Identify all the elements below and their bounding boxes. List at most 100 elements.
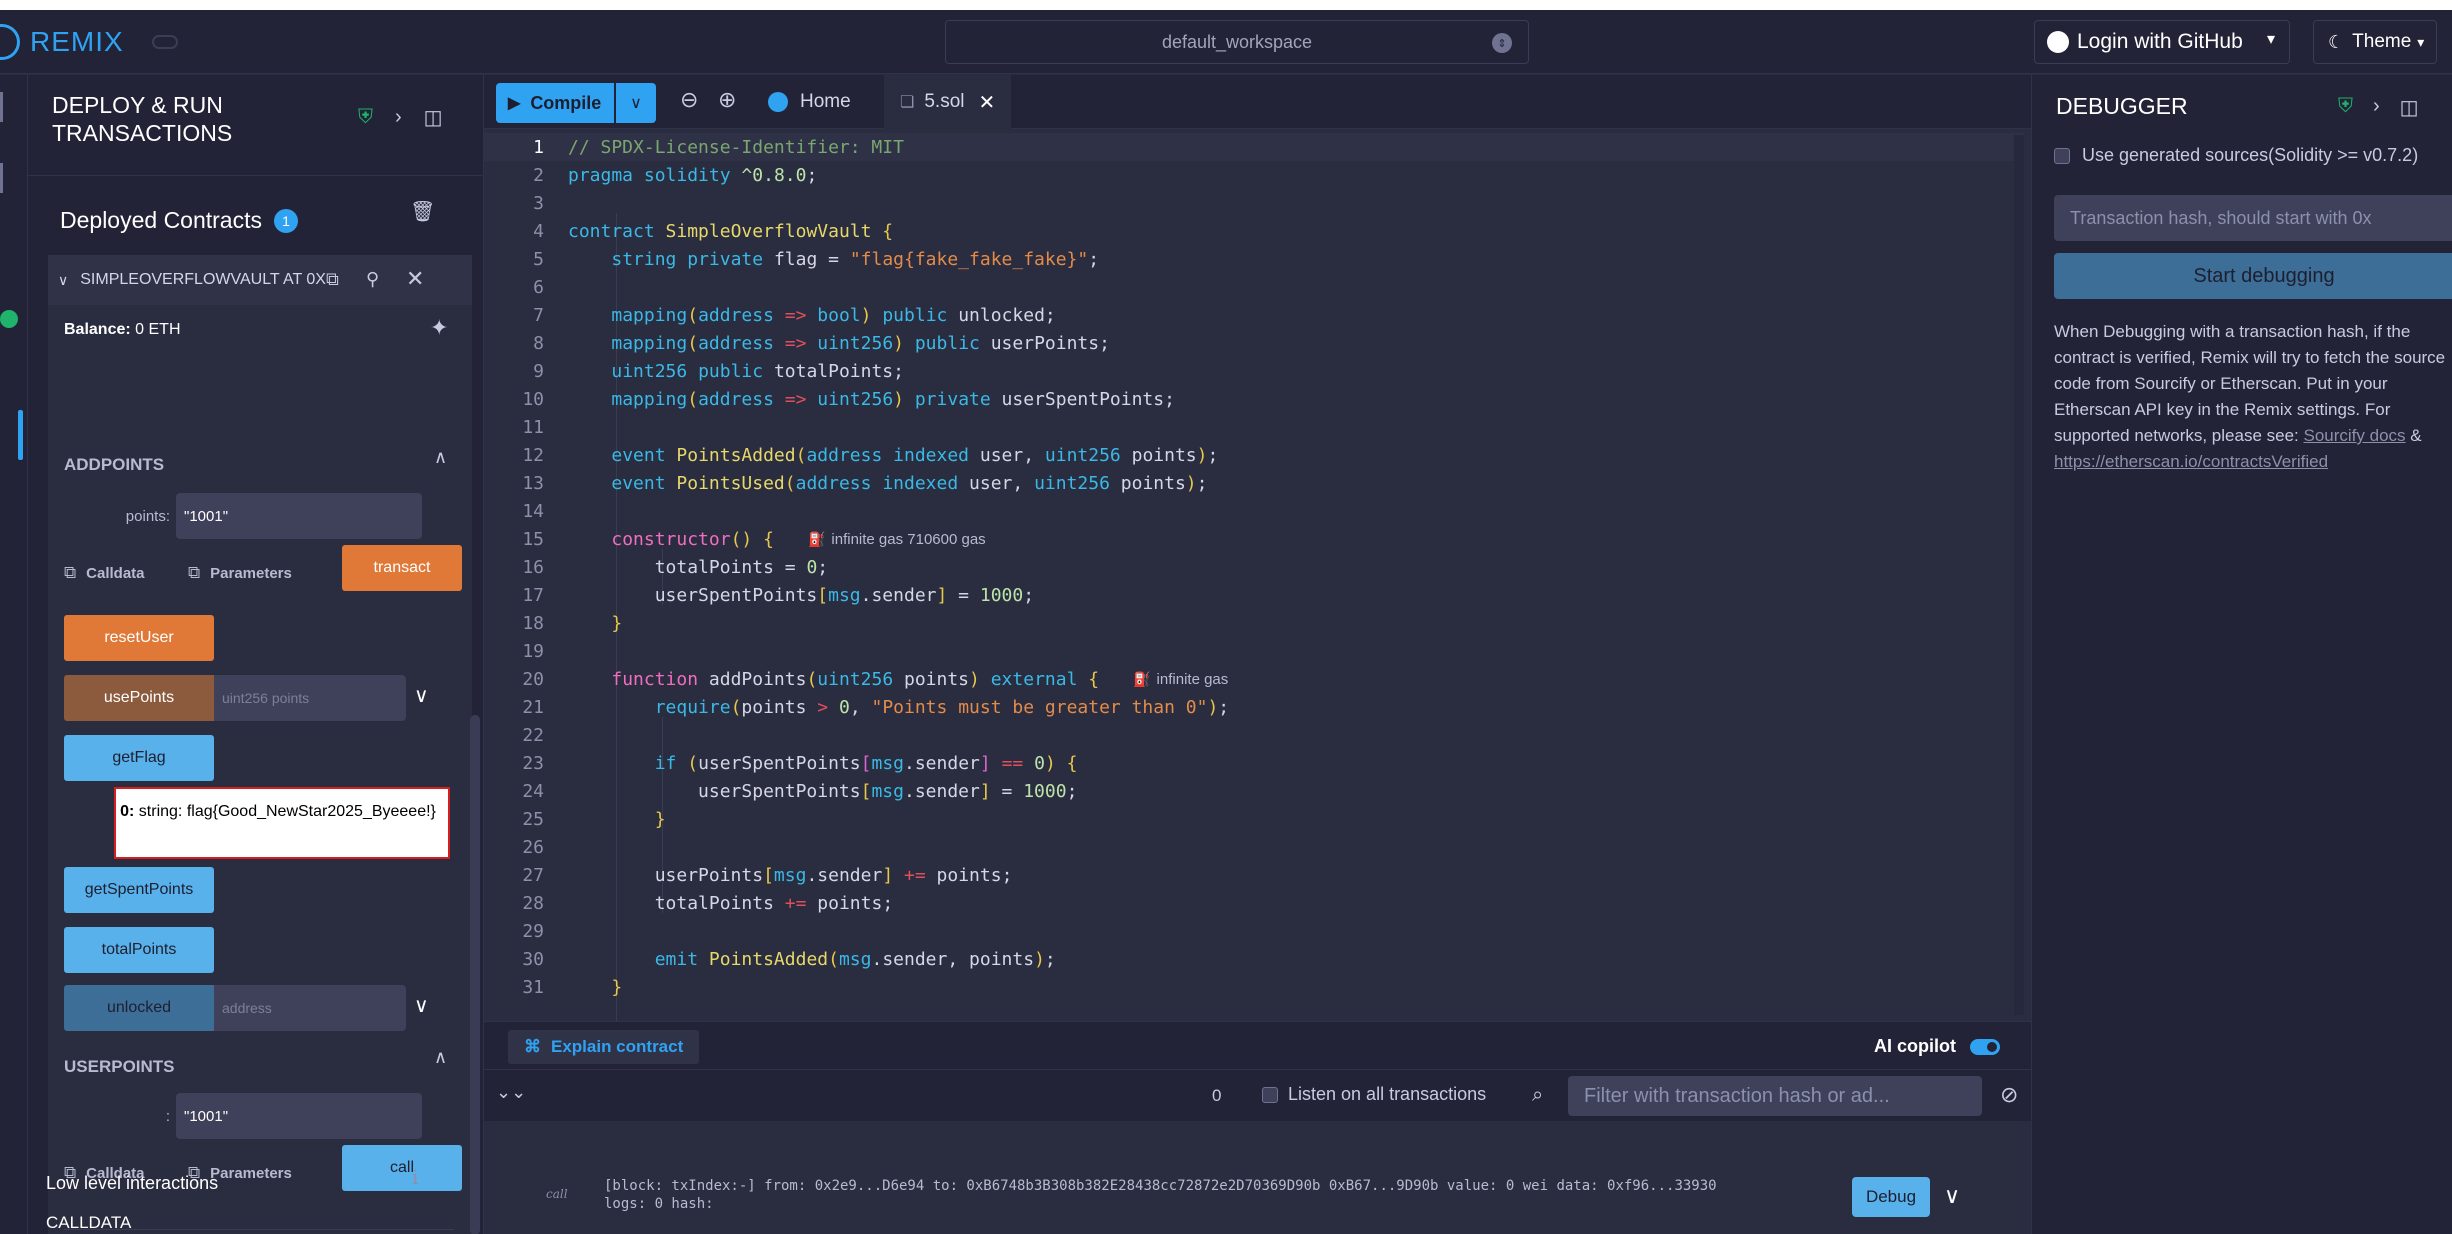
total-points-button[interactable]: totalPoints [64,927,214,973]
chevron-up-icon[interactable]: ∧ [434,447,447,468]
code-line[interactable]: 10 mapping(address => uint256) private u… [484,385,2024,413]
close-icon[interactable]: ✕ [406,266,424,292]
chevron-right-icon[interactable]: › [395,106,402,129]
code-line[interactable]: 16 totalPoints = 0; [484,553,2024,581]
chevron-down-icon[interactable]: ∨ [58,272,68,289]
shield-icon[interactable]: ⛨ [2338,95,2353,120]
code-line[interactable]: 28 totalPoints += points; [484,889,2024,917]
compile-options-button[interactable]: ∨ [616,83,656,123]
panel-toggle-icon[interactable]: ◫ [2400,95,2419,120]
editor-scrollbar[interactable] [2014,135,2024,1015]
code-line[interactable]: 29 [484,917,2024,945]
chevron-up-icon[interactable]: ∧ [434,1047,447,1068]
code-line[interactable]: 27 userPoints[msg.sender] += points; [484,861,2024,889]
info-icon[interactable]: i [412,1165,418,1189]
code-line[interactable]: 11 [484,413,2024,441]
code-line[interactable]: 22 [484,721,2024,749]
close-tab-icon[interactable]: ✕ [978,90,995,115]
code-line[interactable]: 19 [484,637,2024,665]
code-line[interactable]: 3 [484,189,2024,217]
scrollbar[interactable] [470,715,480,1234]
copy-icon[interactable]: ⧉ [326,269,339,290]
start-debugging-button[interactable]: Start debugging [2054,253,2452,299]
chevron-down-icon[interactable]: ▾ [2267,29,2275,49]
code-line[interactable]: 26 [484,833,2024,861]
collapse-icon[interactable]: ⌄⌄ [496,1082,526,1103]
code-line[interactable]: 30 emit PointsAdded(msg.sender, points); [484,945,2024,973]
calldata-copy-button[interactable]: ⧉ Calldata [64,563,145,583]
code-line[interactable]: 8 mapping(address => uint256) public use… [484,329,2024,357]
code-line[interactable]: 25 } [484,805,2024,833]
code-line[interactable]: 7 mapping(address => bool) public unlock… [484,301,2024,329]
chevron-down-icon[interactable]: ∨ [414,683,429,708]
tab-home[interactable]: Home [768,75,851,129]
get-spent-points-button[interactable]: getSpentPoints [64,867,214,913]
code-line[interactable]: 5 string private flag = "flag{fake_fake_… [484,245,2024,273]
points-input[interactable]: "1001" [176,493,422,539]
remix-logo[interactable]: REMIX [0,24,178,60]
trash-icon[interactable]: 🗑 [410,199,435,224]
call-button[interactable]: call [342,1145,462,1191]
code-line[interactable]: 2 pragma solidity ^0.8.0; [484,161,2024,189]
code-line[interactable]: 6 [484,273,2024,301]
sourcify-docs-link[interactable]: Sourcify docs [2304,426,2406,445]
use-generated-sources[interactable]: Use generated sources(Solidity >= v0.7.2… [2054,145,2418,166]
code-line[interactable]: 12 event PointsAdded(address indexed use… [484,441,2024,469]
rail-item-marker[interactable] [0,92,3,122]
code-line[interactable]: 9 uint256 public totalPoints; [484,357,2024,385]
theme-button[interactable]: ☾ Theme ▾ [2313,20,2437,64]
sparkle-icon[interactable]: ✦ [430,315,448,341]
parameters-copy-button[interactable]: ⧉ Parameters [188,563,292,583]
zoom-out-icon[interactable]: ⊖ [680,87,698,113]
listen-all-checkbox[interactable]: Listen on all transactions [1262,1084,1486,1105]
checkbox[interactable] [1262,1086,1278,1103]
checkbox[interactable] [2054,147,2070,164]
pin-icon[interactable]: ⚲ [366,269,379,290]
ai-copilot-toggle[interactable]: AI copilot [1874,1036,2000,1057]
code-line[interactable]: 17 userSpentPoints[msg.sender] = 1000; [484,581,2024,609]
code-line[interactable]: 21 require(points > 0, "Points must be g… [484,693,2024,721]
toggle-switch[interactable] [1970,1038,2000,1055]
code-line[interactable]: 24 userSpentPoints[msg.sender] = 1000; [484,777,2024,805]
chevron-down-icon[interactable]: ∨ [414,993,429,1018]
workspace-select[interactable]: default_workspace ⇕ [945,20,1529,64]
toggle-pill-icon[interactable] [151,35,178,49]
chevron-down-icon[interactable]: ∨ [1944,1183,1960,1209]
clear-console-icon[interactable]: ⊘ [2000,1082,2018,1108]
code-line[interactable]: 1 // SPDX-License-Identifier: MIT [484,133,2024,161]
code-line[interactable]: 15 constructor() {⛽ infinite gas 710600 g… [484,525,2024,553]
contract-header[interactable]: ∨ SIMPLEOVERFLOWVAULT AT 0X ⧉ ⚲ ✕ [48,255,472,305]
explain-contract-button[interactable]: ⌘ Explain contract [508,1030,700,1064]
zoom-in-icon[interactable]: ⊕ [718,87,736,113]
login-github-button[interactable]: Login with GitHub ▾ [2034,20,2290,64]
panel-toggle-icon[interactable]: ◫ [424,105,443,130]
transaction-filter-input[interactable]: Filter with transaction hash or ad... [1568,1076,1982,1116]
transaction-hash-input[interactable]: Transaction hash, should start with 0x [2054,195,2452,241]
shield-icon[interactable]: ⛨ [358,106,373,129]
code-text: emit PointsAdded(msg.sender, points); [654,948,1056,970]
code-line[interactable]: 23 if (userSpentPoints[msg.sender] == 0)… [484,749,2024,777]
get-flag-button[interactable]: getFlag [64,735,214,781]
code-line[interactable]: 13 event PointsUsed(address indexed user… [484,469,2024,497]
tab-file[interactable]: ❏ 5.sol ✕ [884,75,1012,129]
code-line[interactable]: 20 function addPoints(uint256 points) ex… [484,665,2024,693]
code-line[interactable]: 14 [484,497,2024,525]
use-points-button[interactable]: usePoints [64,675,214,721]
etherscan-link[interactable]: https://etherscan.io/contractsVerified [2054,452,2328,471]
chevron-right-icon[interactable]: › [2373,95,2380,120]
unlocked-input[interactable]: address [214,985,406,1031]
log-entry[interactable]: [block: txIndex:-] from: 0x2e9...D6e94 t… [604,1177,1834,1213]
reset-user-button[interactable]: resetUser [64,615,214,661]
code-line[interactable]: 4 contract SimpleOverflowVault { [484,217,2024,245]
code-editor[interactable]: 1 // SPDX-License-Identifier: MIT 2 pragma … [484,129,2031,1021]
rail-item-marker[interactable] [0,163,3,193]
compile-button[interactable]: ▶ Compile [496,83,614,123]
transact-button[interactable]: transact [342,545,462,591]
use-points-input[interactable]: uint256 points [214,675,406,721]
code-line[interactable]: 18 } [484,609,2024,637]
code-line[interactable]: 31 } [484,973,2024,1001]
debug-button[interactable]: Debug [1852,1177,1930,1217]
unlocked-button[interactable]: unlocked [64,985,214,1031]
check-status-icon[interactable] [0,310,18,328]
userpoints-input[interactable]: "1001" [176,1093,422,1139]
